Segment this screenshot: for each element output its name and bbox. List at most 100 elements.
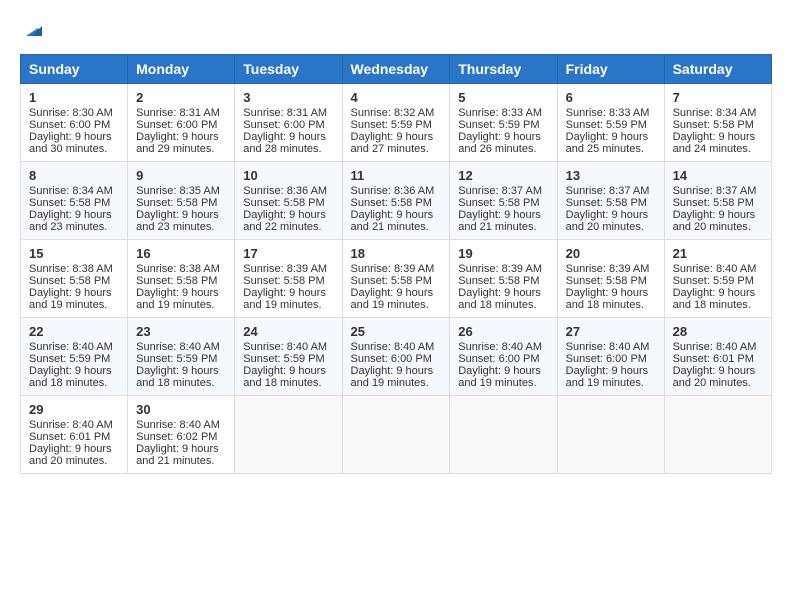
day-number: 24 (243, 324, 333, 339)
day-number: 5 (458, 90, 548, 105)
sunset-text: Sunset: 6:00 PM (351, 353, 432, 365)
sunset-text: Sunset: 5:58 PM (351, 275, 432, 287)
sunrise-text: Sunrise: 8:37 AM (566, 185, 650, 197)
day-number: 12 (458, 168, 548, 183)
daylight-text: Daylight: 9 hours and 24 minutes. (673, 131, 756, 155)
calendar-cell (557, 396, 664, 474)
sunset-text: Sunset: 6:00 PM (566, 353, 647, 365)
sunrise-text: Sunrise: 8:40 AM (136, 341, 220, 353)
sunset-text: Sunset: 6:00 PM (458, 353, 539, 365)
daylight-text: Daylight: 9 hours and 25 minutes. (566, 131, 649, 155)
calendar-header-friday: Friday (557, 55, 664, 84)
calendar-cell: 10Sunrise: 8:36 AMSunset: 5:58 PMDayligh… (235, 162, 342, 240)
day-number: 8 (29, 168, 119, 183)
sunset-text: Sunset: 5:58 PM (458, 197, 539, 209)
sunrise-text: Sunrise: 8:37 AM (458, 185, 542, 197)
daylight-text: Daylight: 9 hours and 18 minutes. (243, 365, 326, 389)
calendar-cell: 16Sunrise: 8:38 AMSunset: 5:58 PMDayligh… (128, 240, 235, 318)
calendar-cell: 8Sunrise: 8:34 AMSunset: 5:58 PMDaylight… (21, 162, 128, 240)
calendar-cell: 4 Sunrise: 8:32 AMSunset: 5:59 PMDaylight… (342, 84, 450, 162)
calendar-week-row: 8Sunrise: 8:34 AMSunset: 5:58 PMDaylight… (21, 162, 772, 240)
sunset-text: Sunset: 5:58 PM (29, 197, 110, 209)
sunset-text: Sunset: 6:01 PM (29, 431, 110, 443)
calendar-week-row: 15Sunrise: 8:38 AMSunset: 5:58 PMDayligh… (21, 240, 772, 318)
calendar-cell: 19 Sunrise: 8:39 AMSunset: 5:58 PMDayligh… (450, 240, 557, 318)
calendar-cell (664, 396, 771, 474)
calendar-cell: 14Sunrise: 8:37 AMSunset: 5:58 PMDayligh… (664, 162, 771, 240)
sunset-text: Sunset: 5:59 PM (243, 353, 324, 365)
calendar-cell: 25Sunrise: 8:40 AMSunset: 6:00 PMDayligh… (342, 318, 450, 396)
calendar-cell: 2Sunrise: 8:31 AMSunset: 6:00 PMDaylight… (128, 84, 235, 162)
day-number: 23 (136, 324, 226, 339)
sunset-text: Sunset: 5:59 PM (673, 275, 754, 287)
daylight-text: Daylight: 9 hours and 21 minutes. (351, 209, 434, 233)
daylight-text: Daylight: 9 hours and 20 minutes. (673, 209, 756, 233)
calendar-header-tuesday: Tuesday (235, 55, 342, 84)
daylight-text: Daylight: 9 hours and 18 minutes. (29, 365, 112, 389)
sunset-text: Sunset: 6:00 PM (29, 119, 110, 131)
daylight-text: Daylight: 9 hours and 20 minutes. (566, 209, 649, 233)
day-number: 20 (566, 246, 656, 261)
daylight-text: Daylight: 9 hours and 22 minutes. (243, 209, 326, 233)
daylight-text: Daylight: 9 hours and 18 minutes. (566, 287, 649, 311)
sunrise-text: Sunrise: 8:38 AM (136, 263, 220, 275)
day-number: 19 (458, 246, 548, 261)
sunrise-text: Sunrise: 8:37 AM (673, 185, 757, 197)
day-number: 14 (673, 168, 763, 183)
day-number: 17 (243, 246, 333, 261)
calendar-cell: 11 Sunrise: 8:36 AMSunset: 5:58 PMDayligh… (342, 162, 450, 240)
daylight-text: Daylight: 9 hours and 29 minutes. (136, 131, 219, 155)
daylight-text: Daylight: 9 hours and 20 minutes. (673, 365, 756, 389)
calendar-cell: 17Sunrise: 8:39 AMSunset: 5:58 PMDayligh… (235, 240, 342, 318)
calendar-header-row: SundayMondayTuesdayWednesdayThursdayFrid… (21, 55, 772, 84)
daylight-text: Daylight: 9 hours and 18 minutes. (673, 287, 756, 311)
sunrise-text: Sunrise: 8:39 AM (458, 263, 542, 275)
calendar-cell (450, 396, 557, 474)
calendar-header-monday: Monday (128, 55, 235, 84)
daylight-text: Daylight: 9 hours and 18 minutes. (458, 287, 541, 311)
calendar-header-wednesday: Wednesday (342, 55, 450, 84)
calendar-week-row: 1Sunrise: 8:30 AMSunset: 6:00 PMDaylight… (21, 84, 772, 162)
calendar-cell: 1Sunrise: 8:30 AMSunset: 6:00 PMDaylight… (21, 84, 128, 162)
calendar-cell: 28Sunrise: 8:40 AMSunset: 6:01 PMDayligh… (664, 318, 771, 396)
sunset-text: Sunset: 5:59 PM (29, 353, 110, 365)
calendar-header-sunday: Sunday (21, 55, 128, 84)
calendar-cell: 5Sunrise: 8:33 AMSunset: 5:59 PMDaylight… (450, 84, 557, 162)
sunset-text: Sunset: 5:58 PM (458, 275, 539, 287)
sunset-text: Sunset: 5:59 PM (351, 119, 432, 131)
sunset-text: Sunset: 5:58 PM (243, 197, 324, 209)
sunrise-text: Sunrise: 8:32 AM (351, 107, 435, 119)
sunrise-text: Sunrise: 8:36 AM (351, 185, 435, 197)
calendar-cell: 22Sunrise: 8:40 AMSunset: 5:59 PMDayligh… (21, 318, 128, 396)
daylight-text: Daylight: 9 hours and 23 minutes. (136, 209, 219, 233)
sunset-text: Sunset: 6:00 PM (136, 119, 217, 131)
daylight-text: Daylight: 9 hours and 27 minutes. (351, 131, 434, 155)
sunrise-text: Sunrise: 8:40 AM (29, 419, 113, 431)
day-number: 2 (136, 90, 226, 105)
sunrise-text: Sunrise: 8:35 AM (136, 185, 220, 197)
header (20, 20, 772, 44)
day-number: 27 (566, 324, 656, 339)
sunrise-text: Sunrise: 8:40 AM (136, 419, 220, 431)
sunrise-text: Sunrise: 8:39 AM (566, 263, 650, 275)
day-number: 3 (243, 90, 333, 105)
day-number: 11 (351, 168, 442, 183)
day-number: 1 (29, 90, 119, 105)
calendar-cell: 9Sunrise: 8:35 AMSunset: 5:58 PMDaylight… (128, 162, 235, 240)
sunset-text: Sunset: 5:59 PM (566, 119, 647, 131)
calendar-cell: 23Sunrise: 8:40 AMSunset: 5:59 PMDayligh… (128, 318, 235, 396)
sunrise-text: Sunrise: 8:33 AM (458, 107, 542, 119)
sunrise-text: Sunrise: 8:40 AM (243, 341, 327, 353)
sunset-text: Sunset: 6:02 PM (136, 431, 217, 443)
sunrise-text: Sunrise: 8:36 AM (243, 185, 327, 197)
day-number: 28 (673, 324, 763, 339)
daylight-text: Daylight: 9 hours and 18 minutes. (136, 365, 219, 389)
day-number: 18 (351, 246, 442, 261)
sunset-text: Sunset: 5:58 PM (351, 197, 432, 209)
sunrise-text: Sunrise: 8:31 AM (243, 107, 327, 119)
day-number: 22 (29, 324, 119, 339)
day-number: 4 (351, 90, 442, 105)
daylight-text: Daylight: 9 hours and 23 minutes. (29, 209, 112, 233)
sunset-text: Sunset: 5:59 PM (458, 119, 539, 131)
sunrise-text: Sunrise: 8:40 AM (351, 341, 435, 353)
